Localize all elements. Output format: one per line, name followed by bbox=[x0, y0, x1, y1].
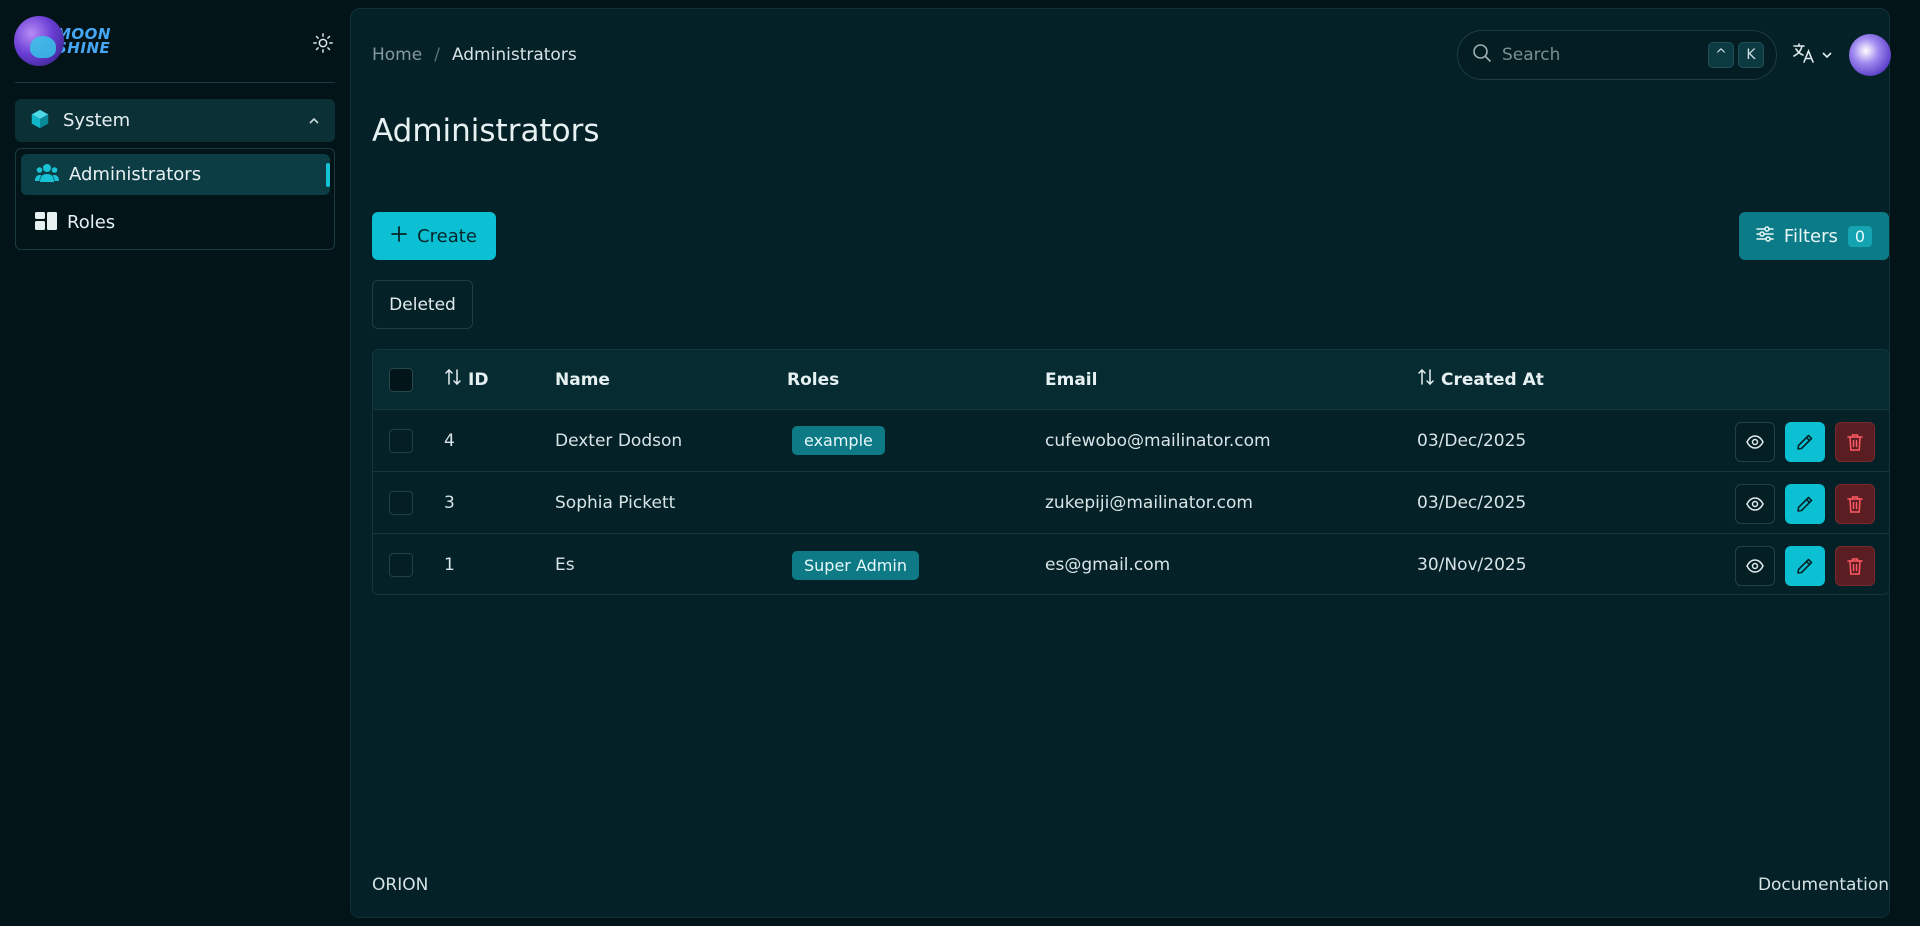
cell-name: Dexter Dodson bbox=[555, 430, 683, 451]
cell-name: Sophia Pickett bbox=[555, 492, 676, 513]
translate-icon bbox=[1793, 43, 1815, 67]
delete-button[interactable] bbox=[1835, 484, 1875, 524]
pencil-icon bbox=[1797, 558, 1813, 574]
sun-icon[interactable] bbox=[312, 32, 334, 54]
view-button[interactable] bbox=[1735, 546, 1775, 586]
sidebar-item-label: Administrators bbox=[69, 164, 202, 185]
breadcrumb-home[interactable]: Home bbox=[372, 45, 422, 65]
row-actions bbox=[1735, 484, 1875, 524]
breadcrumb-current: Administrators bbox=[451, 45, 577, 65]
cube-icon bbox=[29, 108, 51, 134]
delete-button[interactable] bbox=[1835, 422, 1875, 462]
deleted-button[interactable]: Deleted bbox=[372, 280, 473, 329]
main-panel: Home / Administrators ^ K Administrators… bbox=[350, 8, 1891, 918]
cell-id: 3 bbox=[444, 492, 455, 513]
cell-email: es@gmail.com bbox=[1045, 555, 1171, 575]
page-title: Administrators bbox=[372, 113, 600, 149]
column-header-id[interactable]: ID bbox=[444, 350, 488, 409]
footer-brand: ORION bbox=[372, 875, 429, 895]
role-badge: example bbox=[792, 426, 885, 455]
column-label: ID bbox=[468, 369, 489, 390]
plus-icon bbox=[391, 225, 407, 247]
column-label: Created At bbox=[1441, 369, 1544, 390]
logo-line-2: SHINE bbox=[56, 39, 111, 57]
grid-icon bbox=[35, 211, 57, 234]
column-header-roles: Roles bbox=[787, 369, 840, 390]
cell-created-at: 03/Dec/2025 bbox=[1417, 430, 1527, 451]
shortcut-key-k: K bbox=[1738, 42, 1764, 68]
edit-button[interactable] bbox=[1785, 422, 1825, 462]
create-label: Create bbox=[417, 225, 477, 247]
filters-button[interactable]: Filters 0 bbox=[1739, 212, 1889, 260]
sidebar-group-label: System bbox=[63, 110, 131, 131]
table-row: 1 Es Super Admin es@gmail.com 30/Nov/202… bbox=[373, 534, 1889, 594]
row-checkbox[interactable] bbox=[389, 553, 413, 577]
sort-icon bbox=[1417, 368, 1435, 391]
eye-icon bbox=[1746, 435, 1764, 449]
create-button[interactable]: Create bbox=[372, 212, 496, 260]
edit-button[interactable] bbox=[1785, 546, 1825, 586]
user-avatar[interactable] bbox=[1849, 34, 1891, 76]
column-header-created-at[interactable]: Created At bbox=[1417, 350, 1544, 409]
table-row: 4 Dexter Dodson example cufewobo@mailina… bbox=[373, 410, 1889, 472]
sidebar-item-label: Roles bbox=[67, 212, 116, 233]
language-switcher[interactable] bbox=[1793, 43, 1833, 67]
view-button[interactable] bbox=[1735, 484, 1775, 524]
pencil-icon bbox=[1797, 434, 1813, 450]
shortcut-key-ctrl: ^ bbox=[1708, 42, 1734, 68]
trash-icon bbox=[1847, 496, 1863, 513]
logo-icon bbox=[14, 16, 64, 66]
table-header: ID Name Roles Email Created At bbox=[373, 350, 1889, 410]
row-actions bbox=[1735, 546, 1875, 586]
sidebar-group-system[interactable]: System bbox=[15, 99, 335, 142]
cell-created-at: 30/Nov/2025 bbox=[1417, 555, 1527, 575]
row-actions bbox=[1735, 422, 1875, 462]
delete-button[interactable] bbox=[1835, 546, 1875, 586]
eye-icon bbox=[1746, 559, 1764, 573]
trash-icon bbox=[1847, 434, 1863, 451]
row-checkbox[interactable] bbox=[389, 490, 413, 515]
users-icon bbox=[35, 162, 59, 188]
column-header-name: Name bbox=[555, 369, 610, 390]
row-checkbox[interactable] bbox=[389, 428, 413, 453]
search-icon bbox=[1472, 43, 1492, 67]
role-badge: Super Admin bbox=[792, 550, 919, 580]
logo-text: MOON SHINE bbox=[56, 27, 111, 57]
eye-icon bbox=[1746, 497, 1764, 511]
sidebar-divider bbox=[15, 82, 335, 83]
chevron-down-icon bbox=[1821, 46, 1833, 65]
search-input[interactable] bbox=[1502, 45, 1682, 65]
sort-icon bbox=[444, 368, 462, 391]
table-row: 3 Sophia Pickett zukepiji@mailinator.com… bbox=[373, 472, 1889, 534]
view-button[interactable] bbox=[1735, 422, 1775, 462]
column-header-email: Email bbox=[1045, 369, 1098, 390]
sidebar-item-roles[interactable]: Roles bbox=[21, 202, 330, 243]
cell-created-at: 03/Dec/2025 bbox=[1417, 492, 1527, 513]
documentation-link[interactable]: Documentation bbox=[1689, 875, 1889, 895]
sidebar: MOON SHINE System Administrators Roles bbox=[0, 0, 350, 926]
chevron-up-icon bbox=[307, 113, 321, 132]
sliders-icon bbox=[1756, 225, 1774, 247]
cell-name: Es bbox=[555, 555, 575, 575]
administrators-table: ID Name Roles Email Created At 4 Dexter … bbox=[372, 349, 1890, 595]
select-all-checkbox[interactable] bbox=[389, 367, 413, 392]
cell-email: zukepiji@mailinator.com bbox=[1045, 492, 1253, 513]
sidebar-item-administrators[interactable]: Administrators bbox=[21, 154, 330, 195]
sidebar-submenu: Administrators Roles bbox=[15, 148, 335, 250]
app-logo[interactable]: MOON SHINE bbox=[14, 16, 111, 66]
trash-icon bbox=[1847, 558, 1863, 575]
breadcrumb-separator: / bbox=[434, 45, 440, 65]
breadcrumb: Home / Administrators bbox=[372, 45, 577, 65]
pencil-icon bbox=[1797, 496, 1813, 512]
cell-id: 4 bbox=[444, 430, 455, 451]
cell-id: 1 bbox=[444, 555, 455, 575]
search-box[interactable]: ^ K bbox=[1457, 30, 1777, 80]
filters-count-badge: 0 bbox=[1847, 225, 1873, 247]
edit-button[interactable] bbox=[1785, 484, 1825, 524]
filters-label: Filters bbox=[1783, 225, 1838, 247]
cell-email: cufewobo@mailinator.com bbox=[1045, 430, 1271, 451]
